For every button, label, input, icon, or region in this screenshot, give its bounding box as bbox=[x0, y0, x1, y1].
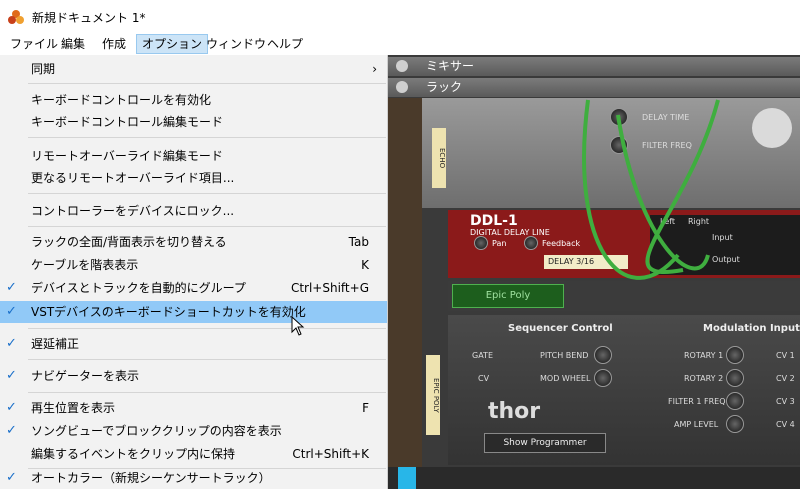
menu-help[interactable]: ヘルプ bbox=[262, 35, 308, 53]
menu-item-keyboard-edit-mode[interactable]: キーボードコントロール編集モード bbox=[0, 111, 387, 133]
checkmark-icon: ✓ bbox=[6, 280, 17, 295]
menu-separator bbox=[28, 83, 386, 84]
menu-item-more-remote-override[interactable]: 更なるリモートオーバーライド項目... bbox=[0, 167, 387, 189]
menu-separator bbox=[28, 392, 386, 393]
menu-bar: ファイル 編集 作成 オプション ウィンドウ ヘルプ bbox=[0, 34, 800, 56]
menu-item-show-navigator[interactable]: ✓ ナビゲーターを表示 bbox=[0, 365, 387, 387]
mouse-cursor-icon bbox=[291, 316, 305, 336]
menu-edit[interactable]: 編集 bbox=[56, 35, 90, 53]
menu-item-remote-override-edit[interactable]: リモートオーバーライド編集モード bbox=[0, 145, 387, 167]
menu-options[interactable]: オプション bbox=[136, 34, 209, 54]
menu-separator bbox=[28, 328, 386, 329]
rack-area: ミキサー ラック ECHO DELAY TIME FILTER FREQ DDL… bbox=[388, 55, 800, 489]
checkmark-icon: ✓ bbox=[6, 304, 17, 319]
submenu-arrow-icon: › bbox=[372, 62, 377, 76]
checkmark-icon: ✓ bbox=[6, 368, 17, 383]
menu-item-vst-shortcuts[interactable]: ✓ VSTデバイスのキーボードショートカットを有効化 bbox=[0, 301, 387, 323]
title-bar: 新規ドキュメント 1* bbox=[0, 0, 800, 34]
app-logo-icon bbox=[8, 10, 24, 24]
options-menu: 同期 › キーボードコントロールを有効化 キーボードコントロール編集モード リモ… bbox=[0, 55, 388, 489]
menu-item-sync[interactable]: 同期 › bbox=[0, 58, 387, 80]
cable-layer bbox=[582, 99, 720, 280]
checkmark-icon: ✓ bbox=[6, 400, 17, 415]
menu-separator bbox=[28, 226, 386, 227]
menu-separator bbox=[28, 193, 386, 194]
menu-item-show-playhead[interactable]: ✓ 再生位置を表示 F bbox=[0, 397, 387, 419]
menu-separator bbox=[28, 359, 386, 360]
menu-file[interactable]: ファイル bbox=[5, 35, 63, 53]
menu-item-show-block-clips[interactable]: ✓ ソングビューでブロッククリップの内容を表示 bbox=[0, 420, 387, 442]
menu-item-toggle-rack-view[interactable]: ラックの全面/背面表示を切り替える Tab bbox=[0, 231, 387, 253]
menu-item-lock-controller[interactable]: コントローラーをデバイスにロック... bbox=[0, 200, 387, 222]
window-title: 新規ドキュメント 1* bbox=[32, 11, 146, 25]
checkmark-icon: ✓ bbox=[6, 423, 17, 438]
menu-create[interactable]: 作成 bbox=[97, 35, 131, 53]
menu-separator bbox=[28, 137, 386, 138]
menu-item-auto-group[interactable]: ✓ デバイスとトラックを自動的にグループ Ctrl+Shift+G bbox=[0, 277, 387, 299]
menu-item-cable-display[interactable]: ケーブルを階表表示 K bbox=[0, 254, 387, 276]
menu-window[interactable]: ウィンドウ bbox=[201, 35, 271, 53]
menu-item-latency-compensation[interactable]: ✓ 遅延補正 bbox=[0, 333, 387, 355]
checkmark-icon: ✓ bbox=[6, 470, 17, 485]
menu-item-keyboard-control[interactable]: キーボードコントロールを有効化 bbox=[0, 89, 387, 111]
menu-item-auto-color[interactable]: ✓ オートカラー（新規シーケンサートラック） bbox=[0, 467, 387, 489]
menu-item-keep-events[interactable]: 編集するイベントをクリップ内に保持 Ctrl+Shift+K bbox=[0, 443, 387, 465]
checkmark-icon: ✓ bbox=[6, 336, 17, 351]
